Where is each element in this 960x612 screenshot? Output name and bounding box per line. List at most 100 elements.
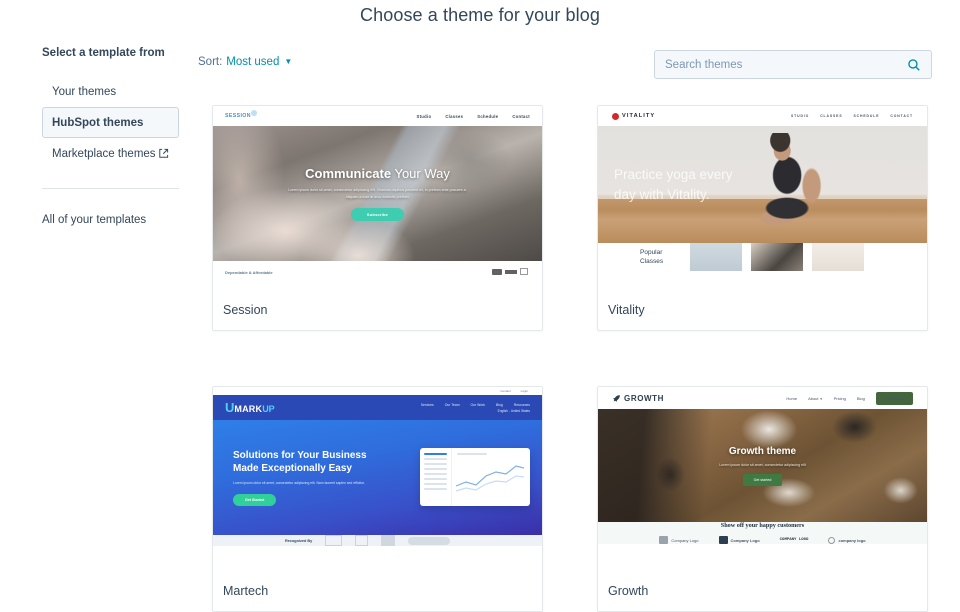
- preview-hero: Growth theme Lorem ipsum dolor sit amet,…: [598, 409, 927, 522]
- class-thumbnail: [812, 243, 864, 271]
- preview-hero-title: Solutions for Your Business Made Excepti…: [233, 449, 383, 475]
- hero-title-rest: Your Way: [391, 166, 450, 182]
- section-label-line1: Popular: [640, 248, 663, 256]
- class-thumbnail: [751, 243, 803, 271]
- sort-label: Sort:: [198, 56, 223, 68]
- hero-title-line1: Solutions for Your Business: [233, 449, 367, 461]
- preview-footer: Show off your happy customers Company Lo…: [598, 522, 927, 544]
- hero-title-line1: Practice yoga every: [614, 166, 733, 182]
- search-input[interactable]: [665, 58, 907, 71]
- nav-link: SCHEDULE: [853, 114, 880, 118]
- nav-link: Home: [786, 395, 798, 401]
- sort-control[interactable]: Sort: Most used ▼: [198, 56, 292, 68]
- theme-preview-martech: Contact Login U MARK UP Services Our Tea…: [213, 387, 542, 572]
- logo-mark-icon: [659, 536, 669, 544]
- preview-hero-title: Communicate Your Way: [305, 166, 450, 181]
- award-logo-mark: [408, 536, 451, 545]
- award-logo-mark: [325, 535, 343, 546]
- preview-dashboard-mock: [420, 448, 530, 506]
- logo-mark-icon: [718, 536, 728, 544]
- theme-preview-session: SESSION Studio Classes Schedule Contact …: [213, 106, 542, 291]
- search-themes-box[interactable]: [654, 50, 932, 79]
- nav-link: Classes: [445, 113, 464, 119]
- sidebar-item-your-themes[interactable]: Your themes: [42, 76, 179, 107]
- hero-title-bold: Communicate: [305, 166, 392, 182]
- dashboard-line-chart-icon: [456, 465, 524, 492]
- theme-card-growth[interactable]: GROWTH Home About ▼ Pricing Blog Contact…: [597, 386, 928, 612]
- dashboard-chart-panel: [452, 448, 530, 506]
- customer-logo-label: Company Logo: [730, 537, 760, 543]
- sidebar-item-label: Your themes: [52, 85, 117, 98]
- sidebar-item-hubspot-themes[interactable]: HubSpot themes: [42, 107, 179, 138]
- preview-footer-text: Dependable & Affordable: [225, 270, 273, 275]
- nav-link-about: About ▼: [808, 396, 823, 401]
- growth-logo: GROWTH: [612, 394, 664, 403]
- footer-logo-mark: [505, 269, 517, 274]
- preview-navbar: SESSION Studio Classes Schedule Contact: [213, 106, 542, 126]
- page-title: Choose a theme for your blog: [360, 5, 600, 25]
- nav-link: Services: [420, 402, 434, 407]
- theme-preview-vitality: VITALITY STUDIO CLASSES SCHEDULE CONTACT…: [598, 106, 927, 291]
- preview-hero: Communicate Your Way Lorem ipsum dolor s…: [213, 126, 542, 261]
- preview-navbar: GROWTH Home About ▼ Pricing Blog Contact…: [598, 387, 927, 409]
- hero-title-line2: day with Vitality.: [614, 186, 710, 202]
- preview-navbar: VITALITY STUDIO CLASSES SCHEDULE CONTACT: [598, 106, 927, 126]
- preview-utility-bar: Contact Login: [213, 387, 542, 395]
- customer-logo: Company Logo: [718, 536, 760, 544]
- preview-nav-links: STUDIO CLASSES SCHEDULE CONTACT: [791, 114, 913, 118]
- session-logo-dot-icon: [250, 110, 257, 116]
- sidebar-divider: [42, 188, 179, 189]
- section-label-line2: Classes: [640, 258, 664, 265]
- markup-logo: U MARK UP: [225, 401, 275, 414]
- nav-link: Studio: [416, 113, 432, 119]
- sidebar-all-templates-link[interactable]: All of your templates: [42, 214, 182, 226]
- chevron-down-icon: ▼: [284, 57, 293, 66]
- nav-link: CONTACT: [890, 114, 913, 118]
- preview-nav-links: Services Our Team Our Work Blog Resource…: [421, 403, 530, 407]
- theme-preview-growth: GROWTH Home About ▼ Pricing Blog Contact…: [598, 387, 927, 572]
- session-logo: SESSION: [225, 110, 257, 119]
- preview-cta-button: Subscribe: [350, 207, 405, 221]
- theme-name-martech: Martech: [213, 571, 542, 611]
- customer-logo-label: company logo: [838, 537, 866, 543]
- customer-logo-label: Company Logo: [671, 537, 699, 543]
- preview-hero-subtext: Lorem ipsum dolor sit amet, consectetur …: [233, 480, 365, 485]
- utility-link: Login: [520, 389, 528, 393]
- theme-name-vitality: Vitality: [598, 290, 927, 330]
- sidebar: Select a template from Your themes HubSp…: [42, 47, 182, 226]
- chevron-down-icon: ▼: [819, 396, 823, 401]
- external-link-icon: [159, 148, 169, 158]
- preview-nav-links: Home About ▼ Pricing Blog Contact us: [786, 391, 913, 405]
- preview-customer-logos: Company Logo Company Logo COMPANY LOGO c…: [659, 536, 866, 544]
- theme-card-session[interactable]: SESSION Studio Classes Schedule Contact …: [212, 105, 543, 331]
- nav-link: Contact: [512, 113, 530, 119]
- class-thumbnail: [690, 243, 742, 271]
- sort-value[interactable]: Most used: [226, 56, 279, 68]
- preview-nav-links: Studio Classes Schedule Contact: [417, 114, 530, 119]
- preview-footer: Recognized By: [213, 535, 542, 546]
- nav-link: Resources: [513, 402, 530, 407]
- award-logo-mark: [381, 535, 396, 546]
- preview-hero: Practice yoga every day with Vitality.: [598, 126, 927, 243]
- preview-hero: Solutions for Your Business Made Excepti…: [213, 420, 542, 535]
- theme-card-vitality[interactable]: VITALITY STUDIO CLASSES SCHEDULE CONTACT…: [597, 105, 928, 331]
- markup-logo-u: U: [225, 400, 235, 415]
- preview-footer-logos: [492, 268, 528, 275]
- preview-navbar: U MARK UP Services Our Team Our Work Blo…: [213, 395, 542, 420]
- nav-link: Blog: [856, 395, 865, 401]
- sidebar-item-marketplace-themes[interactable]: Marketplace themes: [42, 138, 179, 169]
- preview-cta-button: Get started: [742, 473, 783, 486]
- nav-link: Blog: [495, 402, 503, 407]
- theme-name-growth: Growth: [598, 571, 927, 611]
- preview-hero-title: Practice yoga every day with Vitality.: [614, 165, 927, 204]
- nav-link: STUDIO: [790, 114, 810, 118]
- vitality-logo-circle-icon: [612, 112, 619, 120]
- nav-link: Our Team: [444, 402, 460, 407]
- theme-card-martech[interactable]: Contact Login U MARK UP Services Our Tea…: [212, 386, 543, 612]
- search-icon[interactable]: [907, 58, 921, 72]
- preview-footer-label: Recognized By: [285, 538, 313, 543]
- customer-logo: COMPANY LOGO: [780, 538, 809, 542]
- logo-mark-icon: [828, 536, 836, 544]
- customer-logo-label: COMPANY LOGO: [779, 538, 809, 542]
- nav-link: Our Work: [470, 402, 485, 407]
